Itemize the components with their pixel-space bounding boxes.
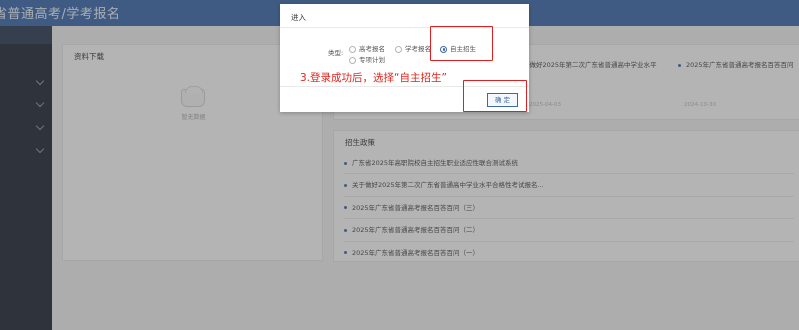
type-label: 类型: xyxy=(328,49,344,57)
highlight-box-option xyxy=(430,26,493,61)
radio-xuekao[interactable]: 学考报名 xyxy=(395,43,431,53)
dialog-header: 进入 xyxy=(280,4,529,28)
radio-label: 专项计划 xyxy=(359,56,385,64)
dialog-title: 进入 xyxy=(291,13,306,22)
highlight-box-confirm xyxy=(463,80,527,112)
radio-zhuanxiang[interactable]: 专项计划 xyxy=(349,54,385,64)
radio-gaokao[interactable]: 高考报名 xyxy=(349,43,385,53)
radio-circle[interactable] xyxy=(349,56,356,64)
instruction-annotation: 3.登录成功后，选择“自主招生” xyxy=(300,72,447,84)
radio-circle[interactable] xyxy=(349,45,356,53)
radio-circle[interactable] xyxy=(395,45,402,53)
radio-label: 学考报名 xyxy=(405,45,431,53)
radio-label: 高考报名 xyxy=(359,45,385,53)
